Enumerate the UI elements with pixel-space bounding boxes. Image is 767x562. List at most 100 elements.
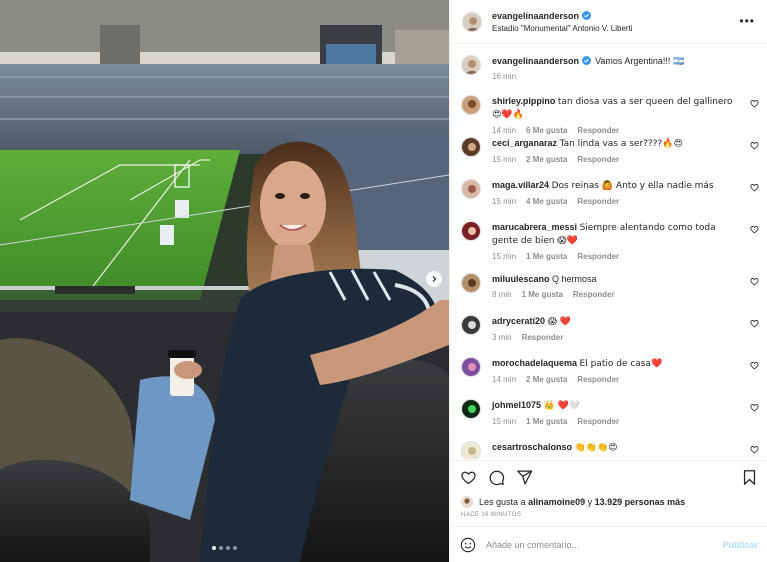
- commenter-avatar[interactable]: [461, 273, 481, 293]
- comment-text: Q hermosa: [552, 274, 597, 284]
- comment-row: adryceratí20 😱 ❤️ 3 min Responder: [461, 315, 759, 342]
- post-timestamp[interactable]: HACE 16 MINUTOS: [461, 512, 521, 518]
- comment-likes[interactable]: 1 Me gusta: [522, 290, 563, 299]
- carousel-dot: [226, 546, 230, 550]
- comment-text: 👏👏👏😍: [574, 443, 618, 453]
- author-username[interactable]: evangelinaanderson: [492, 11, 579, 21]
- reply-button[interactable]: Responder: [577, 155, 619, 164]
- comment-username[interactable]: ceci_arganaraz: [492, 138, 557, 148]
- comment-likes[interactable]: 2 Me gusta: [526, 155, 567, 164]
- comment-username[interactable]: morochadelaquema: [492, 358, 577, 368]
- commenter-avatar[interactable]: [461, 441, 481, 459]
- reply-button[interactable]: Responder: [577, 375, 619, 384]
- comment-time[interactable]: 15 min: [492, 155, 516, 164]
- carousel-dot: [212, 546, 216, 550]
- caption-username[interactable]: evangelinaanderson: [492, 56, 579, 66]
- comment-text: El patio de casa❤️: [579, 359, 663, 369]
- comment-likes[interactable]: 6 Me gusta: [526, 126, 567, 135]
- comment-row: ceci_arganaraz Tan linda vas a ser????🔥😍…: [461, 137, 759, 164]
- comment-text: Dos reinas 🙆 Anto y ella nadie más: [551, 181, 714, 191]
- comment-time[interactable]: 15 min: [492, 252, 516, 261]
- likes-prefix: Les gusta a: [479, 497, 526, 507]
- comment-likes[interactable]: 1 Me gusta: [526, 417, 567, 426]
- comment-like-heart-icon[interactable]: [750, 445, 759, 454]
- likes-count[interactable]: 13.929 personas más: [595, 497, 686, 507]
- commenter-avatar[interactable]: [461, 357, 481, 377]
- post-side-panel: evangelinaanderson Estadio "Monumental" …: [449, 0, 767, 562]
- liker-avatar[interactable]: [461, 496, 473, 508]
- comment-username[interactable]: adryceratí20: [492, 316, 545, 326]
- stadium-photo-image: [0, 0, 449, 562]
- publish-button[interactable]: Publicar: [722, 540, 758, 550]
- comment-username[interactable]: cesartroschalonso: [492, 442, 572, 452]
- comment-input[interactable]: [486, 539, 723, 550]
- comment-text: Tan linda vas a ser????🔥😍: [559, 139, 683, 149]
- comment-time[interactable]: 15 min: [492, 197, 516, 206]
- comment-likes[interactable]: 4 Me gusta: [526, 197, 567, 206]
- comment-row: maga.villar24 Dos reinas 🙆 Anto y ella n…: [461, 179, 759, 206]
- carousel-dot: [219, 546, 223, 550]
- more-horizontal-icon[interactable]: •••: [739, 14, 755, 28]
- comment-username[interactable]: maga.villar24: [492, 180, 549, 190]
- comments-list[interactable]: evangelinaanderson Vamos Argentina!!! 🇦🇷…: [450, 45, 767, 459]
- paper-plane-icon[interactable]: [516, 469, 533, 486]
- comment-username[interactable]: marucabrera_messi: [492, 222, 577, 232]
- caption-row: evangelinaanderson Vamos Argentina!!! 🇦🇷…: [461, 55, 759, 81]
- comment-like-heart-icon[interactable]: [750, 99, 759, 108]
- comment-time[interactable]: 14 min: [492, 126, 516, 135]
- author-avatar[interactable]: [461, 55, 481, 75]
- reply-button[interactable]: Responder: [577, 197, 619, 206]
- commenter-avatar[interactable]: [461, 221, 481, 241]
- comment-bubble-icon[interactable]: [488, 469, 505, 486]
- next-image-button[interactable]: [426, 271, 442, 287]
- comment-like-heart-icon[interactable]: [750, 277, 759, 286]
- comment-row: cesartroschalonso 👏👏👏😍: [461, 441, 759, 459]
- comment-like-heart-icon[interactable]: [750, 403, 759, 412]
- post-photo[interactable]: [0, 0, 449, 562]
- caption-time[interactable]: 16 min: [492, 72, 516, 81]
- comment-text: 👑 ❤️🤍: [543, 401, 581, 411]
- comment-like-heart-icon[interactable]: [750, 183, 759, 192]
- comment-username[interactable]: johmel1075: [492, 400, 541, 410]
- comment-row: miluulescano Q hermosa 8 min 1 Me gusta Re…: [461, 273, 759, 299]
- commenter-avatar[interactable]: [461, 179, 481, 199]
- commenter-avatar[interactable]: [461, 315, 481, 335]
- comment-row: marucabrera_messi Siempre alentando como…: [461, 221, 759, 261]
- comment-row: morochadelaquema El patio de casa❤️ 14 m…: [461, 357, 759, 384]
- comment-likes[interactable]: 1 Me gusta: [526, 252, 567, 261]
- comment-like-heart-icon[interactable]: [750, 225, 759, 234]
- reply-button[interactable]: Responder: [577, 417, 619, 426]
- carousel-indicator: [0, 546, 449, 550]
- comment-time[interactable]: 14 min: [492, 375, 516, 384]
- bookmark-icon[interactable]: [741, 469, 758, 486]
- comment-time[interactable]: 8 min: [492, 290, 512, 299]
- comment-like-heart-icon[interactable]: [750, 319, 759, 328]
- reply-button[interactable]: Responder: [577, 126, 619, 135]
- comment-likes[interactable]: 2 Me gusta: [526, 375, 567, 384]
- reply-button[interactable]: Responder: [573, 290, 615, 299]
- reply-button[interactable]: Responder: [522, 333, 564, 342]
- carousel-dot: [233, 546, 237, 550]
- comment-like-heart-icon[interactable]: [750, 141, 759, 150]
- add-comment-bar: Publicar: [450, 526, 767, 562]
- location-link[interactable]: Estadio "Monumental" Antonio V. Liberti: [492, 24, 633, 33]
- heart-outline-icon[interactable]: [460, 469, 477, 486]
- likes-conjunction: y: [587, 497, 593, 507]
- comment-time[interactable]: 3 min: [492, 333, 512, 342]
- reply-button[interactable]: Responder: [577, 252, 619, 261]
- comment-time[interactable]: 15 min: [492, 417, 516, 426]
- comment-like-heart-icon[interactable]: [750, 361, 759, 370]
- comment-row: johmel1075 👑 ❤️🤍 15 min 1 Me gusta Respond…: [461, 399, 759, 426]
- liker-username[interactable]: alinamoine09: [528, 497, 585, 507]
- chevron-right-icon: [432, 276, 437, 282]
- commenter-avatar[interactable]: [461, 137, 481, 157]
- instagram-post-modal: evangelinaanderson Estadio "Monumental" …: [0, 0, 767, 562]
- post-header: evangelinaanderson Estadio "Monumental" …: [450, 0, 767, 44]
- comment-username[interactable]: shirley.pippino: [492, 96, 555, 106]
- smiley-icon[interactable]: [460, 537, 476, 553]
- comment-username[interactable]: miluulescano: [492, 274, 550, 284]
- post-actions: Les gusta a alinamoine09 y 13.929 person…: [450, 460, 767, 526]
- author-avatar[interactable]: [462, 11, 482, 32]
- commenter-avatar[interactable]: [461, 399, 481, 419]
- commenter-avatar[interactable]: [461, 95, 481, 115]
